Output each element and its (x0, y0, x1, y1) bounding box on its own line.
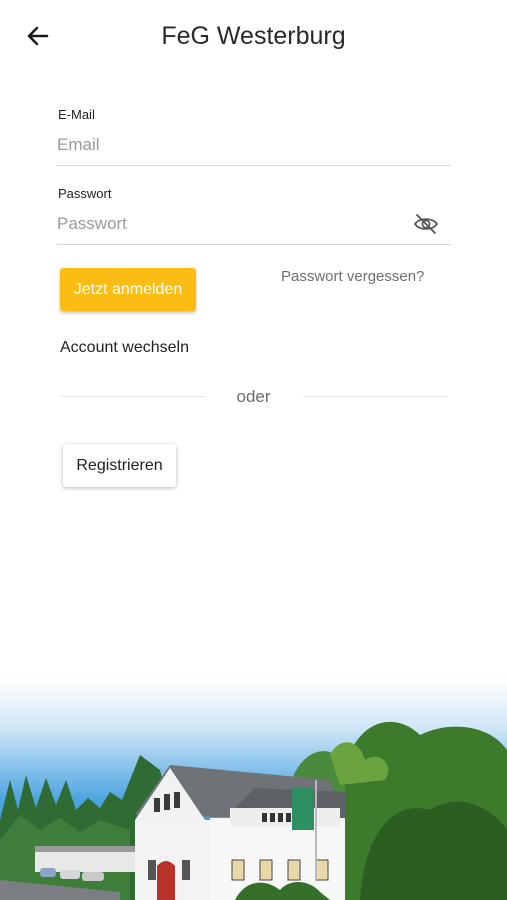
forgot-password-link[interactable]: Passwort vergessen? (281, 268, 424, 285)
page-title: FeG Westerburg (161, 22, 346, 50)
email-label: E-Mail (58, 107, 95, 122)
register-button[interactable]: Registrieren (63, 444, 176, 487)
app-header: FeG Westerburg (0, 0, 507, 80)
eye-off-icon (414, 214, 438, 234)
login-button[interactable]: Jetzt anmelden (60, 268, 196, 311)
switch-account-link[interactable]: Account wechseln (60, 339, 189, 357)
password-label: Passwort (58, 186, 112, 201)
email-underline (57, 165, 451, 166)
divider-label: oder (236, 387, 271, 406)
email-field[interactable] (57, 130, 450, 160)
password-field[interactable] (57, 209, 407, 239)
divider-line-right (303, 396, 448, 397)
password-visibility-toggle[interactable] (412, 212, 440, 236)
password-underline (57, 244, 451, 245)
church-building-photo (0, 680, 507, 900)
